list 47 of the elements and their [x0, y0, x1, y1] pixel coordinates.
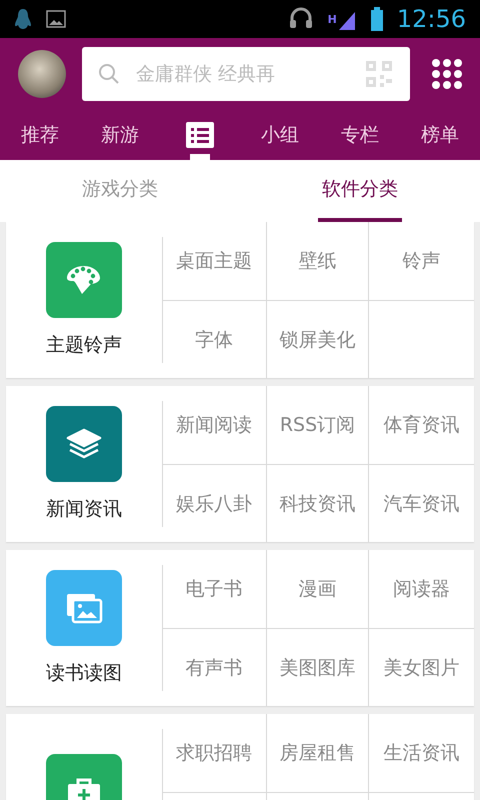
app-grid-icon[interactable] — [432, 59, 462, 89]
nav-tab[interactable]: 新游 — [80, 110, 160, 160]
image-icon — [46, 10, 66, 28]
subcategory-link[interactable]: 汽车资讯 — [368, 464, 474, 542]
subcategory-link[interactable]: 壁纸 — [266, 222, 368, 300]
category-icon-tile[interactable] — [46, 570, 122, 646]
subcategory-link[interactable]: 美女图片 — [368, 628, 474, 706]
subcategory-link[interactable]: RSS订阅 — [266, 386, 368, 464]
category-name[interactable]: 主题铃声 — [46, 332, 122, 358]
search-bar[interactable]: 金庸群侠 经典再 — [82, 47, 410, 101]
subcategory-link[interactable]: 电子书 — [162, 550, 266, 628]
search-icon — [98, 63, 120, 85]
palette-icon — [66, 264, 102, 296]
subcategory-link[interactable]: 有声书 — [162, 628, 266, 706]
subcategory-link[interactable]: 生活资讯 — [368, 714, 474, 792]
category-tab[interactable]: 游戏分类 — [78, 160, 162, 222]
subcategory-link[interactable]: 漫画 — [266, 550, 368, 628]
layers-icon — [66, 428, 102, 460]
nav-tab[interactable]: 榜单 — [400, 110, 480, 160]
battery-icon — [370, 7, 383, 31]
subcategory-link[interactable]: 字体 — [162, 300, 266, 378]
category-name[interactable]: 新闻资讯 — [46, 496, 122, 522]
subcategory-link[interactable]: 科技资讯 — [266, 464, 368, 542]
subcategory-link[interactable]: 桌面主题 — [162, 222, 266, 300]
list-icon — [186, 122, 214, 148]
category-icon-tile[interactable] — [46, 242, 122, 318]
medical-kit-icon — [66, 776, 102, 800]
nav-tab[interactable]: 推荐 — [0, 110, 80, 160]
category-name[interactable]: 读书读图 — [46, 660, 122, 686]
subcategory-link[interactable]: 娱乐八卦 — [162, 464, 266, 542]
subcategory-link[interactable]: 美图图库 — [266, 628, 368, 706]
subcategory-link[interactable]: 铃声 — [368, 222, 474, 300]
avatar[interactable] — [18, 50, 66, 98]
network-type: H — [328, 12, 337, 26]
clock-time: 12:56 — [396, 5, 466, 33]
category-icon-tile[interactable] — [46, 406, 122, 482]
nav-tab[interactable]: 小组 — [240, 110, 320, 160]
subcategory-link[interactable]: 房屋租售 — [266, 714, 368, 792]
subcategory-link[interactable]: 阅读器 — [368, 550, 474, 628]
pictures-icon — [65, 592, 103, 624]
search-input[interactable]: 金庸群侠 经典再 — [134, 62, 352, 86]
subcategory-link[interactable]: 求职招聘 — [162, 714, 266, 792]
subcategory-link[interactable]: 体育资讯 — [368, 386, 474, 464]
subcategory-link[interactable]: 新闻阅读 — [162, 386, 266, 464]
nav-tab[interactable]: 专栏 — [320, 110, 400, 160]
penguin-icon — [14, 8, 32, 30]
subcategory-link[interactable]: 锁屏美化 — [266, 300, 368, 378]
